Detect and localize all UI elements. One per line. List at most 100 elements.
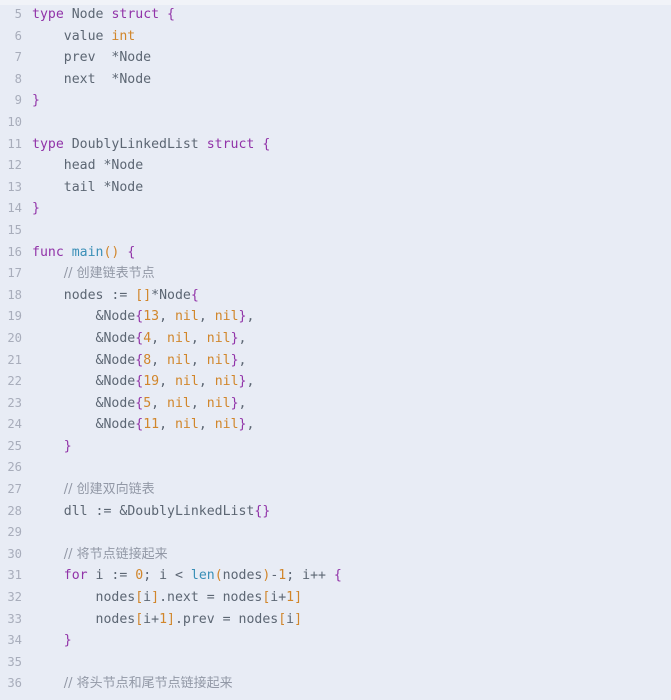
code-line[interactable]: 8 next *Node: [0, 69, 671, 91]
code-line[interactable]: 34 }: [0, 630, 671, 652]
token-op: :=: [111, 287, 128, 303]
token-id: Node: [71, 7, 104, 22]
token-nil: nil: [206, 330, 231, 346]
code-line[interactable]: 6 value int: [0, 26, 671, 48]
token-kw: for: [63, 568, 88, 584]
code-line[interactable]: 28 dll := &DoublyLinkedList{}: [0, 501, 671, 523]
code-line[interactable]: 27 // 创建双向链表: [0, 479, 671, 501]
code-line[interactable]: 36 // 将头节点和尾节点链接起来: [0, 673, 671, 695]
code-line-text: }: [22, 436, 72, 458]
code-line[interactable]: 29: [0, 522, 671, 544]
code-line[interactable]: 16 func main() {: [0, 242, 671, 264]
token-fn: len: [190, 568, 215, 584]
line-number: 20: [7, 330, 22, 345]
token-num: 4: [143, 330, 152, 346]
token-pun: {: [135, 330, 144, 346]
code-line[interactable]: 7 prev *Node: [0, 47, 671, 69]
token-nil: nil: [214, 309, 239, 325]
code-line[interactable]: 24 &Node{11, nil, nil},: [0, 414, 671, 436]
code-line[interactable]: 10: [0, 112, 671, 134]
token-pun: }: [63, 438, 72, 454]
code-line-text: prev *Node: [22, 47, 151, 69]
token-plain: nodes: [32, 611, 136, 627]
code-line[interactable]: 30 // 将节点链接起来: [0, 544, 671, 566]
code-line[interactable]: 15: [0, 220, 671, 242]
code-line[interactable]: 23 &Node{5, nil, nil},: [0, 393, 671, 415]
line-number: 21: [7, 352, 22, 367]
token-brk: ]: [294, 611, 303, 627]
token-nil: nil: [174, 417, 199, 433]
token-op: ++: [310, 568, 326, 584]
code-line-text: type Node struct {: [22, 4, 175, 26]
code-line[interactable]: 14}: [0, 198, 671, 220]
code-line[interactable]: 5 type Node struct {: [0, 4, 671, 26]
token-cmt: // 将节点链接起来: [63, 546, 168, 562]
line-number: 25: [7, 438, 22, 453]
code-line[interactable]: 22 &Node{19, nil, nil},: [0, 371, 671, 393]
code-line-text: type DoublyLinkedList struct {: [22, 134, 270, 156]
line-number: 18: [7, 287, 22, 302]
code-line[interactable]: 18 nodes := []*Node{: [0, 285, 671, 307]
token-pun: }: [32, 201, 40, 217]
token-plain: nodes: [32, 590, 136, 606]
token-fn: main: [71, 244, 104, 260]
token-pun: {: [135, 309, 144, 325]
token-pun: }: [63, 633, 72, 649]
token-op: +: [278, 590, 287, 606]
code-line[interactable]: 12 head *Node: [0, 155, 671, 177]
token-num: 19: [143, 374, 160, 390]
code-editor-viewport[interactable]: 5 type Node struct {6 value int 7 prev *No…: [0, 0, 671, 700]
token-plain: head: [32, 158, 104, 174]
code-line-container[interactable]: 5 type Node struct {6 value int 7 prev *No…: [0, 4, 671, 695]
line-number: 14: [7, 201, 22, 216]
code-line[interactable]: 26: [0, 457, 671, 479]
line-number: 31: [7, 568, 22, 583]
token-plain: ,: [159, 309, 175, 325]
code-line[interactable]: 32 nodes[i].next = nodes[i+1]: [0, 587, 671, 609]
code-line-text: for i := 0; i < len(nodes)-1; i++ {: [22, 565, 342, 587]
line-number: 23: [7, 395, 22, 410]
token-brk: [: [278, 611, 287, 627]
code-line-text: // 将节点链接起来: [22, 544, 168, 566]
token-num: 8: [143, 352, 152, 368]
token-nil: nil: [167, 330, 191, 346]
token-id: Node: [103, 309, 136, 325]
token-plain: .next: [159, 590, 207, 606]
code-line[interactable]: 20 &Node{4, nil, nil},: [0, 328, 671, 350]
line-number: 10: [7, 114, 22, 129]
code-line[interactable]: 17 // 创建链表节点: [0, 263, 671, 285]
code-line[interactable]: 25 }: [0, 436, 671, 458]
code-line[interactable]: 21 &Node{8, nil, nil},: [0, 350, 671, 372]
token-plain: i: [143, 590, 152, 606]
token-num: 5: [143, 395, 152, 411]
line-number: 30: [7, 546, 22, 561]
code-line[interactable]: 11 type DoublyLinkedList struct {: [0, 134, 671, 156]
token-brk: (): [103, 244, 120, 260]
code-line[interactable]: 9}: [0, 90, 671, 112]
code-line-text: }: [22, 198, 40, 220]
token-id: DoublyLinkedList: [127, 503, 255, 519]
token-brk: ]: [151, 590, 160, 606]
line-number: 13: [7, 179, 22, 194]
line-number: 26: [7, 460, 22, 475]
code-line[interactable]: 33 nodes[i+1].prev = nodes[i]: [0, 609, 671, 631]
code-line[interactable]: 31 for i := 0; i < len(nodes)-1; i++ {: [0, 565, 671, 587]
line-number: 17: [7, 266, 22, 281]
code-line[interactable]: 35: [0, 652, 671, 674]
token-pun: {: [135, 352, 144, 368]
token-kw: type: [32, 7, 64, 22]
token-pun: {: [135, 417, 144, 433]
code-line[interactable]: 19 &Node{13, nil, nil},: [0, 306, 671, 328]
token-op: *: [151, 287, 160, 303]
code-line[interactable]: 13 tail *Node: [0, 177, 671, 199]
token-plain: ,: [246, 417, 255, 433]
token-nil: nil: [206, 395, 231, 411]
token-plain: value: [32, 28, 112, 44]
code-line-text: }: [22, 630, 72, 652]
code-line-text: func main() {: [22, 242, 135, 264]
